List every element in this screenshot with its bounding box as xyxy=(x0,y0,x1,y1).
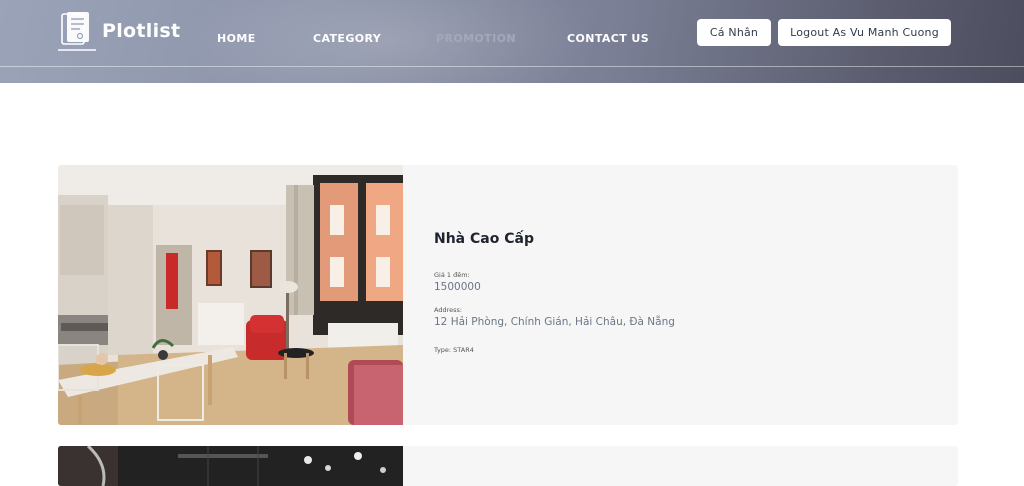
nav-promotion[interactable]: PROMOTION xyxy=(436,32,516,45)
listing-card[interactable]: Nhà Cao Cấp Giá 1 đêm: 1500000 Address: … xyxy=(58,165,958,425)
profile-button[interactable]: Cá Nhân xyxy=(697,19,771,46)
listing-details: Nhà Cao Cấp Giá 1 đêm: 1500000 Address: … xyxy=(434,231,675,354)
apartment-interior-photo xyxy=(58,165,403,425)
nav-category[interactable]: CATEGORY xyxy=(313,32,381,45)
address-label: Address: xyxy=(434,306,463,314)
price-label: Giá 1 đêm: xyxy=(434,271,470,279)
nav-contact-us[interactable]: CONTACT US xyxy=(567,32,649,45)
address-value: 12 Hải Phòng, Chính Gián, Hải Châu, Đà N… xyxy=(434,316,675,328)
listing-card[interactable] xyxy=(58,446,958,486)
document-logo-icon xyxy=(58,10,96,52)
site-header: Plotlist HOME CATEGORY PROMOTION CONTACT… xyxy=(0,0,1024,83)
listing-title[interactable]: Nhà Cao Cấp xyxy=(434,231,675,247)
type-text: Type: STAR4 xyxy=(434,346,474,354)
brand-logo[interactable]: Plotlist xyxy=(58,10,180,52)
nav-home[interactable]: HOME xyxy=(217,32,256,45)
price-value: 1500000 xyxy=(434,281,481,293)
logout-button[interactable]: Logout As Vu Manh Cuong xyxy=(778,19,951,46)
brand-name: Plotlist xyxy=(102,20,181,42)
dark-interior-photo xyxy=(58,446,403,486)
